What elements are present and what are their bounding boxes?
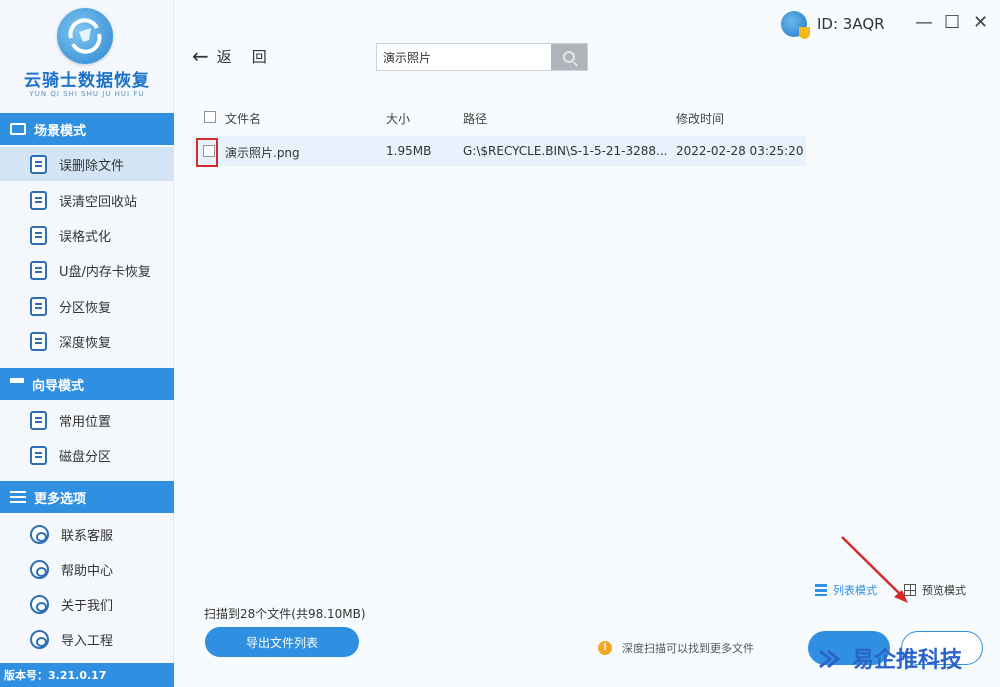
watermark-text: 易企推科技 [852,648,963,673]
watermark: 易企推科技 [818,642,962,674]
watermark-logo-icon [819,649,841,669]
annotation-arrow-icon [841,536,908,603]
